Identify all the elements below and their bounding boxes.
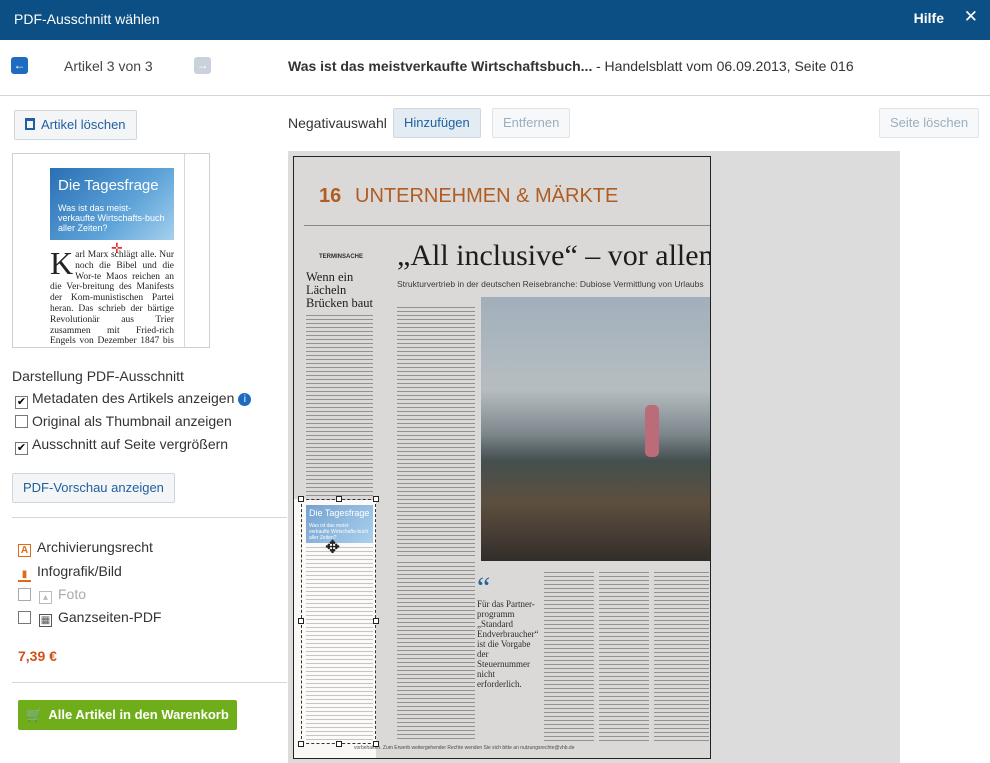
dialog-title: PDF-Ausschnitt wählen: [14, 11, 160, 27]
shade-top: [294, 157, 710, 499]
delete-article-label: Artikel löschen: [41, 117, 126, 132]
help-link[interactable]: Hilfe: [914, 10, 944, 26]
thumbnail-teaser-head: Die Tagesfrage: [58, 177, 159, 194]
enlarge-label: Ausschnitt auf Seite vergrößern: [32, 436, 229, 452]
resize-handle[interactable]: [373, 618, 379, 624]
resize-handle[interactable]: [336, 741, 342, 747]
item-full-page-pdf[interactable]: ▦ Ganzseiten-PDF: [18, 609, 161, 627]
full-page-checkbox[interactable]: [18, 611, 31, 624]
divider: [12, 682, 287, 683]
add-all-to-cart-button[interactable]: 🛒 Alle Artikel in den Warenkorb: [18, 700, 237, 730]
cart-label: Alle Artikel in den Warenkorb: [48, 707, 229, 722]
item-infographic[interactable]: ▮ Infografik/Bild: [18, 563, 122, 582]
archive-rights-label: Archivierungsrecht: [37, 539, 153, 555]
prev-article-button[interactable]: ←: [11, 57, 28, 74]
photo-icon: ▴: [39, 591, 52, 604]
resize-handle[interactable]: [373, 741, 379, 747]
option-original-thumbnail[interactable]: Original als Thumbnail anzeigen: [15, 413, 232, 431]
shade-right: [376, 499, 710, 758]
thumbnail-checkbox[interactable]: [15, 415, 28, 428]
resize-handle[interactable]: [298, 741, 304, 747]
option-enlarge-section[interactable]: ✔ Ausschnitt auf Seite vergrößern: [15, 436, 229, 455]
remove-selection-button[interactable]: Entfernen: [492, 108, 571, 138]
resize-handle[interactable]: [298, 496, 304, 502]
thumbnail-text: Karl Marx schlägt alle. Nur noch die Bib…: [50, 245, 174, 347]
resize-handle[interactable]: [298, 618, 304, 624]
archive-rights-icon: A: [18, 544, 31, 557]
metadata-label: Metadaten des Artikels anzeigen: [32, 390, 235, 406]
photo-label: Foto: [58, 586, 87, 602]
thumbnail-teaser-box: Die Tagesfrage Was ist das meist-verkauf…: [50, 168, 174, 240]
option-show-metadata[interactable]: ✔ Metadaten des Artikels anzeigen i: [15, 390, 252, 409]
photo-checkbox: [18, 588, 31, 601]
bar-chart-icon: ▮: [18, 569, 31, 582]
item-archive-rights[interactable]: A Archivierungsrecht: [18, 539, 153, 557]
add-selection-button[interactable]: Hinzufügen: [393, 108, 481, 138]
divider: [12, 517, 287, 518]
full-page-label: Ganzseiten-PDF: [58, 609, 162, 625]
thumbnail-option-label: Original als Thumbnail anzeigen: [32, 413, 232, 429]
thumbnail-teaser-sub: Was ist das meist-verkaufte Wirtschafts-…: [58, 203, 165, 233]
page-pdf-icon: ▦: [39, 614, 52, 627]
article-thumbnail: Die Tagesfrage Was ist das meist-verkauf…: [12, 153, 210, 348]
item-photo: ▴ Foto: [18, 586, 86, 604]
thumbnail-dropcap: K: [50, 245, 74, 281]
next-article-button[interactable]: →: [194, 57, 211, 74]
display-section-label: Darstellung PDF-Ausschnitt: [12, 368, 184, 384]
close-icon[interactable]: ✕: [964, 7, 978, 27]
article-source: - Handelsblatt vom 06.09.2013, Seite 016: [596, 58, 854, 74]
selection-box[interactable]: [301, 499, 376, 744]
metadata-checkbox[interactable]: ✔: [15, 396, 28, 409]
article-title: Was ist das meistverkaufte Wirtschaftsbu…: [288, 58, 593, 74]
move-icon[interactable]: ✥: [325, 537, 340, 558]
cart-icon: 🛒: [26, 707, 43, 722]
resize-handle[interactable]: [373, 496, 379, 502]
article-counter: Artikel 3 von 3: [64, 58, 153, 74]
trash-icon: [25, 118, 35, 130]
infographic-label: Infografik/Bild: [37, 563, 122, 579]
article-nav: ← Artikel 3 von 3 → Was ist das meistver…: [0, 40, 990, 96]
resize-handle[interactable]: [336, 496, 342, 502]
enlarge-checkbox[interactable]: ✔: [15, 442, 28, 455]
pdf-preview-button[interactable]: PDF-Vorschau anzeigen: [12, 473, 175, 503]
delete-article-button[interactable]: Artikel löschen: [14, 110, 137, 140]
info-icon[interactable]: i: [238, 393, 252, 406]
negative-selection-label: Negativauswahl: [288, 115, 387, 131]
price: 7,39 €: [18, 648, 57, 664]
thumbnail-divider: [184, 154, 185, 347]
dialog-titlebar: PDF-Ausschnitt wählen Hilfe ✕: [0, 0, 990, 40]
delete-page-button[interactable]: Seite löschen: [879, 108, 980, 138]
